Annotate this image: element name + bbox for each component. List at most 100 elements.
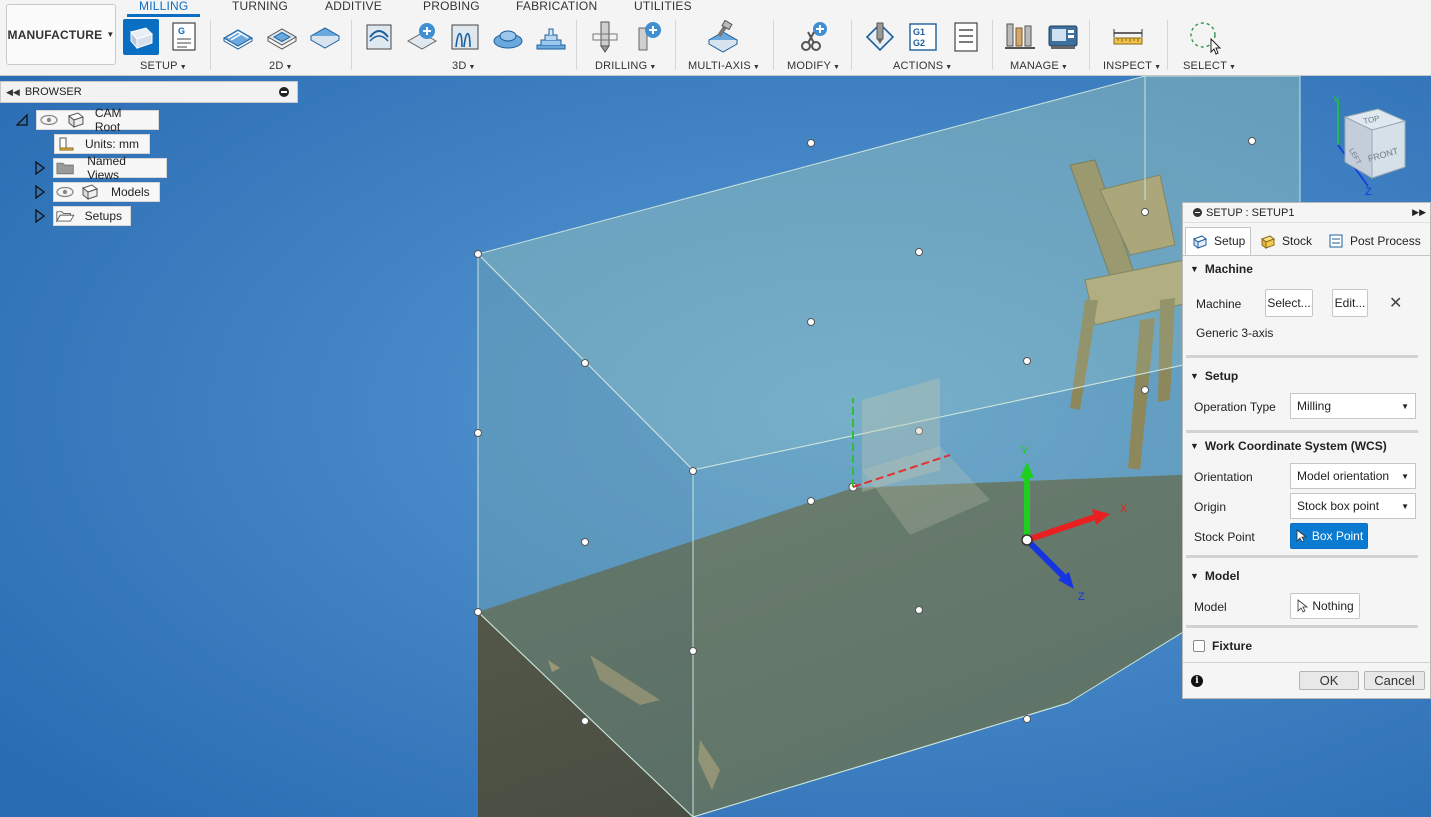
browser-minimize-icon[interactable] bbox=[279, 87, 289, 97]
nc-program-glyph: G bbox=[178, 26, 185, 36]
ribbon-divider bbox=[210, 20, 211, 70]
tree-node-setups[interactable]: Setups bbox=[53, 206, 131, 226]
tab-milling[interactable]: MILLING bbox=[126, 0, 201, 17]
thread-icon[interactable] bbox=[630, 19, 666, 55]
chevron-down-icon: ▼ bbox=[1401, 471, 1409, 481]
setup-sheet-icon[interactable] bbox=[948, 19, 984, 55]
tree-node-models[interactable]: Models bbox=[53, 182, 160, 202]
post-process-tab-icon bbox=[1328, 233, 1344, 249]
dialog-title: SETUP : SETUP1 bbox=[1206, 206, 1295, 219]
group-label-drilling[interactable]: DRILLING ▼ bbox=[595, 60, 656, 72]
tab-fabrication[interactable]: FABRICATION bbox=[516, 0, 597, 13]
ribbon-divider bbox=[675, 20, 676, 70]
tab-stock[interactable]: Stock bbox=[1253, 227, 1319, 255]
group-label-manage[interactable]: MANAGE ▼ bbox=[1010, 60, 1068, 72]
clear-machine-icon[interactable]: ✕ bbox=[1389, 293, 1402, 313]
nc-program-icon[interactable]: G bbox=[166, 19, 202, 55]
viewcube-y-label: Y bbox=[1333, 95, 1339, 105]
chevron-down-icon: ▼ bbox=[1401, 501, 1409, 511]
simulate-icon[interactable] bbox=[862, 19, 898, 55]
collapse-triangle-icon: ▼ bbox=[1190, 571, 1199, 581]
tab-probing[interactable]: PROBING bbox=[423, 0, 480, 13]
section-wcs[interactable]: ▼ Work Coordinate System (WCS) bbox=[1190, 439, 1387, 453]
3d-pocket-icon[interactable] bbox=[404, 19, 440, 55]
group-label-actions[interactable]: ACTIONS ▼ bbox=[893, 60, 952, 72]
tab-turning[interactable]: TURNING bbox=[232, 0, 288, 13]
collapse-triangle-icon[interactable] bbox=[15, 113, 28, 127]
browser-title: BROWSER bbox=[24, 86, 82, 98]
measure-icon[interactable] bbox=[1110, 19, 1146, 55]
eye-icon[interactable] bbox=[39, 111, 63, 129]
new-setup-icon[interactable] bbox=[123, 19, 159, 55]
ok-button[interactable]: OK bbox=[1299, 671, 1359, 690]
edit-machine-button[interactable]: Edit... bbox=[1332, 289, 1368, 317]
svg-text:G2: G2 bbox=[913, 38, 925, 48]
tree-node-cam-root[interactable]: CAM Root bbox=[36, 106, 159, 134]
3d-contour-icon[interactable] bbox=[490, 19, 526, 55]
tree-node-units[interactable]: Units: mm bbox=[54, 134, 150, 154]
operation-type-label: Operation Type bbox=[1194, 400, 1276, 414]
3d-scallop-icon[interactable] bbox=[533, 19, 569, 55]
origin-value: Stock box point bbox=[1297, 499, 1380, 513]
orientation-label: Orientation bbox=[1194, 470, 1253, 484]
group-label-multi-axis[interactable]: MULTI-AXIS ▼ bbox=[688, 60, 760, 72]
group-label-inspect[interactable]: INSPECT ▼ bbox=[1103, 60, 1161, 72]
section-machine[interactable]: ▼ Machine bbox=[1190, 262, 1253, 276]
expand-triangle-icon[interactable] bbox=[34, 208, 46, 224]
section-model[interactable]: ▼ Model bbox=[1190, 569, 1240, 583]
expand-triangle-icon[interactable] bbox=[34, 184, 46, 200]
machine-library-icon[interactable] bbox=[1045, 19, 1081, 55]
cancel-button[interactable]: Cancel bbox=[1364, 671, 1425, 690]
info-icon[interactable]: i bbox=[1191, 675, 1203, 687]
collapse-triangle-icon: ▼ bbox=[1190, 264, 1199, 274]
dialog-minimize-icon[interactable] bbox=[1193, 208, 1202, 217]
2d-face-icon[interactable] bbox=[307, 19, 343, 55]
drill-icon[interactable] bbox=[587, 19, 623, 55]
group-label-select[interactable]: SELECT ▼ bbox=[1183, 60, 1236, 72]
3d-parallel-icon[interactable] bbox=[447, 19, 483, 55]
tab-underline bbox=[1183, 255, 1430, 256]
modify-scissors-icon[interactable] bbox=[795, 19, 831, 55]
workspace-switcher[interactable]: MANUFACTURE ▼ bbox=[6, 4, 116, 65]
3d-adaptive-icon[interactable] bbox=[361, 19, 397, 55]
ribbon-divider bbox=[576, 20, 577, 70]
tree-node-label: Named Views bbox=[87, 154, 126, 182]
model-value: Nothing bbox=[1312, 599, 1354, 613]
triad-y-label: Y bbox=[1021, 445, 1029, 457]
group-label-3d[interactable]: 3D ▼ bbox=[452, 60, 476, 72]
tab-utilities[interactable]: UTILITIES bbox=[634, 0, 692, 13]
post-process-icon[interactable]: G1 G2 bbox=[905, 19, 941, 55]
stock-point-picker[interactable]: Box Point bbox=[1290, 523, 1368, 549]
multi-axis-icon[interactable] bbox=[705, 19, 741, 55]
section-divider bbox=[1186, 355, 1418, 358]
expand-dialog-icon[interactable]: ▶▶ bbox=[1412, 207, 1426, 218]
origin-select[interactable]: Stock box point ▼ bbox=[1290, 493, 1416, 519]
2d-adaptive-icon[interactable] bbox=[220, 19, 256, 55]
2d-pocket-icon[interactable] bbox=[264, 19, 300, 55]
tab-additive[interactable]: ADDITIVE bbox=[325, 0, 382, 13]
window-select-icon[interactable] bbox=[1187, 19, 1223, 55]
tool-library-icon[interactable] bbox=[1002, 19, 1038, 55]
select-machine-button[interactable]: Select... bbox=[1265, 289, 1313, 317]
tree-node-label: CAM Root bbox=[94, 106, 122, 134]
expand-triangle-icon[interactable] bbox=[34, 160, 46, 176]
tab-label: Post Process bbox=[1350, 234, 1421, 248]
tree-node-label: Models bbox=[111, 185, 150, 199]
fixture-checkbox[interactable] bbox=[1193, 640, 1205, 652]
group-label-setup[interactable]: SETUP ▼ bbox=[140, 60, 187, 72]
tab-post-process[interactable]: Post Process bbox=[1321, 227, 1429, 255]
component-icon bbox=[81, 184, 99, 201]
component-icon bbox=[67, 112, 84, 129]
tree-node-named-views[interactable]: Named Views bbox=[53, 154, 167, 182]
section-setup[interactable]: ▼ Setup bbox=[1190, 369, 1238, 383]
operation-type-select[interactable]: Milling ▼ bbox=[1290, 393, 1416, 419]
group-label-2d[interactable]: 2D ▼ bbox=[269, 60, 293, 72]
orientation-value: Model orientation bbox=[1297, 469, 1390, 483]
eye-icon[interactable] bbox=[55, 183, 77, 201]
orientation-select[interactable]: Model orientation ▼ bbox=[1290, 463, 1416, 489]
collapse-browser-icon[interactable]: ◀◀ bbox=[6, 87, 20, 98]
dialog-title-bar[interactable]: SETUP : SETUP1 ▶▶ bbox=[1183, 203, 1430, 223]
group-label-modify[interactable]: MODIFY ▼ bbox=[787, 60, 840, 72]
model-picker[interactable]: Nothing bbox=[1290, 593, 1360, 619]
tab-setup[interactable]: Setup bbox=[1185, 227, 1251, 255]
